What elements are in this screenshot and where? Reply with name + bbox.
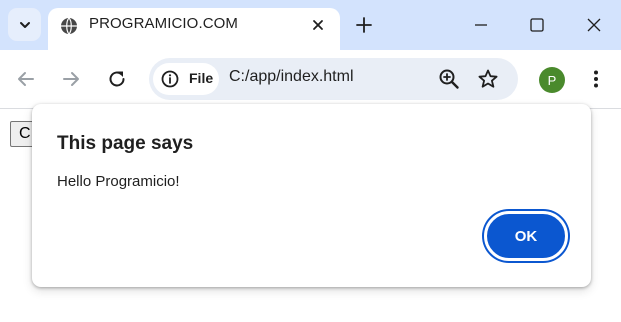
browser-titlebar: PROGRAMICIO.COM [0,0,621,50]
reload-icon[interactable] [106,68,128,90]
more-vert-icon[interactable] [585,68,607,90]
chevron-down-icon [19,21,30,28]
url-text[interactable]: C:/app/index.html [229,68,354,86]
info-icon [161,70,179,88]
browser-tab[interactable]: PROGRAMICIO.COM [48,8,340,50]
star-icon[interactable] [477,68,499,90]
new-tab-plus-icon[interactable] [354,15,374,35]
tab-title: PROGRAMICIO.COM [89,15,239,32]
profile-avatar[interactable]: P [539,67,565,93]
dialog-message: Hello Programicio! [57,173,180,190]
browser-toolbar: File C:/app/index.html P [0,50,621,109]
window-close-icon[interactable] [584,15,604,35]
site-info-label: File [189,70,214,86]
zoom-icon[interactable] [438,68,460,90]
site-info-chip[interactable]: File [153,63,219,95]
globe-icon [61,17,77,35]
minimize-icon[interactable] [471,15,491,35]
alert-dialog: This page says Hello Programicio! OK [32,104,591,287]
back-arrow-icon[interactable] [15,68,37,90]
ok-button[interactable]: OK [484,211,568,261]
dialog-title: This page says [57,133,194,154]
close-icon[interactable] [310,17,326,33]
maximize-icon[interactable] [527,15,547,35]
address-bar[interactable]: File C:/app/index.html [149,58,518,100]
tab-search-button[interactable] [8,8,41,41]
forward-arrow-icon[interactable] [60,68,82,90]
